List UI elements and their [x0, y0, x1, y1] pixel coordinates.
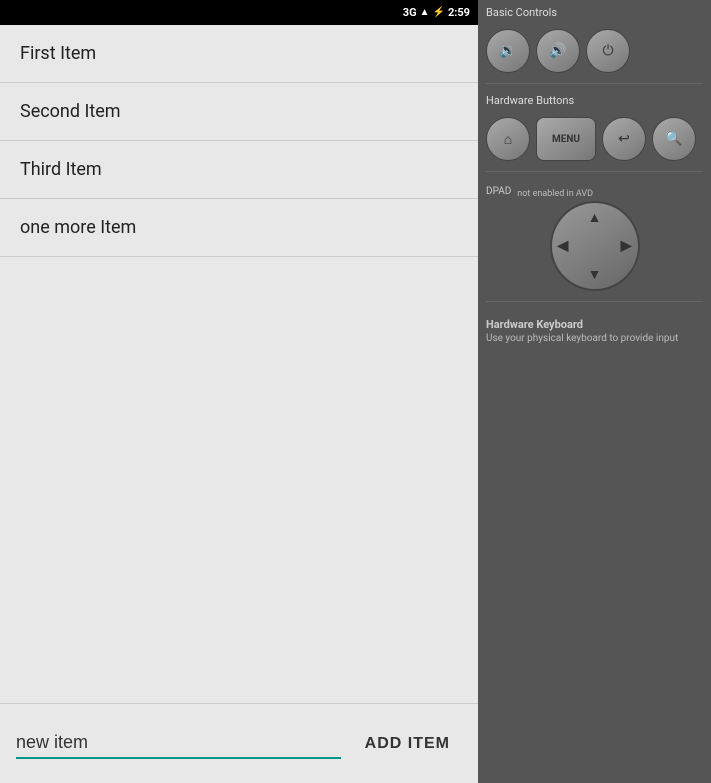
keyboard-title: Hardware Keyboard [486, 318, 703, 331]
input-wrapper [16, 728, 341, 759]
network-indicator: 3G [403, 6, 417, 19]
keyboard-description: Use your physical keyboard to provide in… [486, 333, 703, 344]
volume-down-button[interactable]: 🔉 [486, 29, 530, 73]
app-panel: 3G ▲ ⚡ 2:59 First Item Second Item Third… [0, 0, 478, 783]
volume-up-icon: 🔊 [549, 43, 566, 59]
list-item[interactable]: First Item [0, 25, 478, 83]
search-button[interactable]: 🔍 [652, 117, 696, 161]
status-icons: 3G ▲ ⚡ 2:59 [403, 6, 470, 19]
list-item[interactable]: one more Item [0, 199, 478, 257]
volume-up-button[interactable]: 🔊 [536, 29, 580, 73]
back-button[interactable]: ↩ [602, 117, 646, 161]
hardware-buttons-row: ⌂ MENU ↩ 🔍 [486, 117, 703, 161]
basic-controls-title: Basic Controls [486, 6, 703, 19]
dpad-left-icon: ◀ [558, 238, 569, 254]
menu-icon: MENU [552, 134, 580, 145]
divider3 [486, 301, 703, 302]
status-bar: 3G ▲ ⚡ 2:59 [0, 0, 478, 25]
divider2 [486, 171, 703, 172]
list-item[interactable]: Second Item [0, 83, 478, 141]
search-icon: 🔍 [665, 131, 682, 147]
list-item-text: Third Item [20, 159, 102, 180]
dpad-title: DPAD [486, 186, 511, 197]
dpad-container: ▲ ▼ ◀ ▶ [550, 201, 640, 291]
dpad-right-icon: ▶ [621, 238, 632, 254]
back-icon: ↩ [618, 131, 630, 147]
volume-controls-row: 🔉 🔊 ⏻ [486, 29, 703, 73]
menu-button[interactable]: MENU [536, 117, 596, 161]
dpad-down-icon: ▼ [588, 266, 602, 283]
dpad-up-icon: ▲ [588, 209, 602, 226]
add-item-button[interactable]: ADD ITEM [353, 727, 462, 761]
dpad[interactable]: ▲ ▼ ◀ ▶ [550, 201, 640, 291]
home-icon: ⌂ [504, 131, 512, 148]
home-button[interactable]: ⌂ [486, 117, 530, 161]
list-area: First Item Second Item Third Item one mo… [0, 25, 478, 703]
keyboard-section: Hardware Keyboard Use your physical keyb… [486, 318, 703, 344]
hardware-buttons-title: Hardware Buttons [486, 94, 703, 107]
battery-icon: ⚡ [433, 7, 445, 18]
list-item-text: Second Item [20, 101, 121, 122]
dpad-section: DPAD not enabled in AVD ▲ ▼ ◀ ▶ [486, 186, 703, 291]
list-item-text: First Item [20, 43, 96, 64]
dpad-note: not enabled in AVD [517, 189, 593, 199]
avd-panel: Basic Controls 🔉 🔊 ⏻ Hardware Buttons ⌂ … [478, 0, 711, 783]
clock: 2:59 [448, 6, 470, 19]
list-item-text: one more Item [20, 217, 136, 238]
signal-icon: ▲ [420, 7, 430, 18]
volume-down-icon: 🔉 [499, 43, 516, 59]
power-icon: ⏻ [602, 43, 613, 59]
power-button[interactable]: ⏻ [586, 29, 630, 73]
divider [486, 83, 703, 84]
list-item[interactable]: Third Item [0, 141, 478, 199]
bottom-bar: ADD ITEM [0, 703, 478, 783]
new-item-input[interactable] [16, 728, 341, 759]
